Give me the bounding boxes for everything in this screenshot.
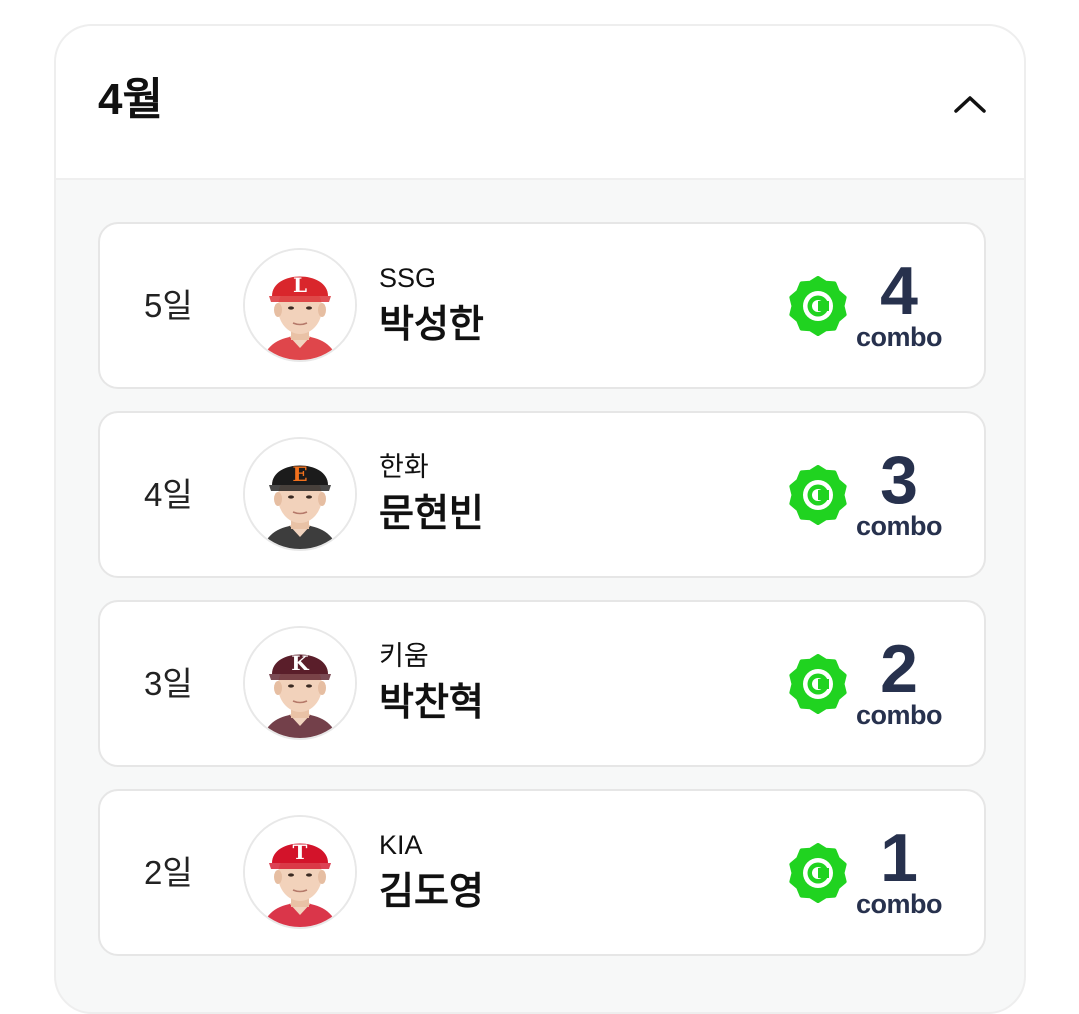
combo-count: 1 [880, 820, 918, 896]
svg-text:L: L [293, 273, 307, 297]
combo-label: combo [855, 511, 943, 541]
combo-count: 2 [880, 631, 918, 707]
player-name: 김도영 [379, 871, 484, 913]
list-item[interactable]: 3일 K 키움 박찬혁 2 combo [98, 600, 986, 767]
combo-badge-icon [788, 465, 848, 525]
team-name: SSG [379, 263, 437, 293]
team-name: 한화 [379, 452, 429, 482]
month-panel: 4월 5일 L SSG 박성한 4 combo 4일 E 한화 문현빈 3 co… [54, 24, 1026, 1014]
list-item[interactable]: 2일 T KIA 김도영 1 combo [98, 789, 986, 956]
day-label: 3일 [144, 665, 193, 702]
player-name: 박성한 [379, 304, 484, 346]
month-header[interactable]: 4월 [56, 26, 1024, 180]
player-name: 문현빈 [379, 493, 484, 535]
avatar: K [243, 626, 357, 740]
combo-count: 3 [880, 442, 918, 518]
combo-list: 5일 L SSG 박성한 4 combo 4일 E 한화 문현빈 3 combo… [98, 222, 986, 978]
svg-text:T: T [293, 840, 308, 864]
svg-text:E: E [292, 462, 307, 486]
combo-badge-icon [788, 843, 848, 903]
list-item[interactable]: 4일 E 한화 문현빈 3 combo [98, 411, 986, 578]
combo-badge-icon [788, 276, 848, 336]
combo-label: combo [855, 889, 943, 919]
avatar: L [243, 248, 357, 362]
chevron-up-icon [954, 96, 986, 113]
avatar: E [243, 437, 357, 551]
avatar: T [243, 815, 357, 929]
combo-label: combo [855, 322, 943, 352]
combo-badge-icon [788, 654, 848, 714]
team-name: 키움 [379, 641, 429, 671]
collapse-button[interactable] [948, 82, 992, 126]
day-label: 4일 [144, 476, 193, 513]
combo-count: 4 [880, 253, 918, 329]
month-title: 4월 [98, 75, 163, 124]
day-label: 2일 [144, 854, 193, 891]
combo-label: combo [855, 700, 943, 730]
team-name: KIA [379, 830, 423, 860]
day-label: 5일 [144, 287, 193, 324]
list-item[interactable]: 5일 L SSG 박성한 4 combo [98, 222, 986, 389]
player-name: 박찬혁 [379, 682, 484, 724]
svg-text:K: K [291, 651, 309, 675]
